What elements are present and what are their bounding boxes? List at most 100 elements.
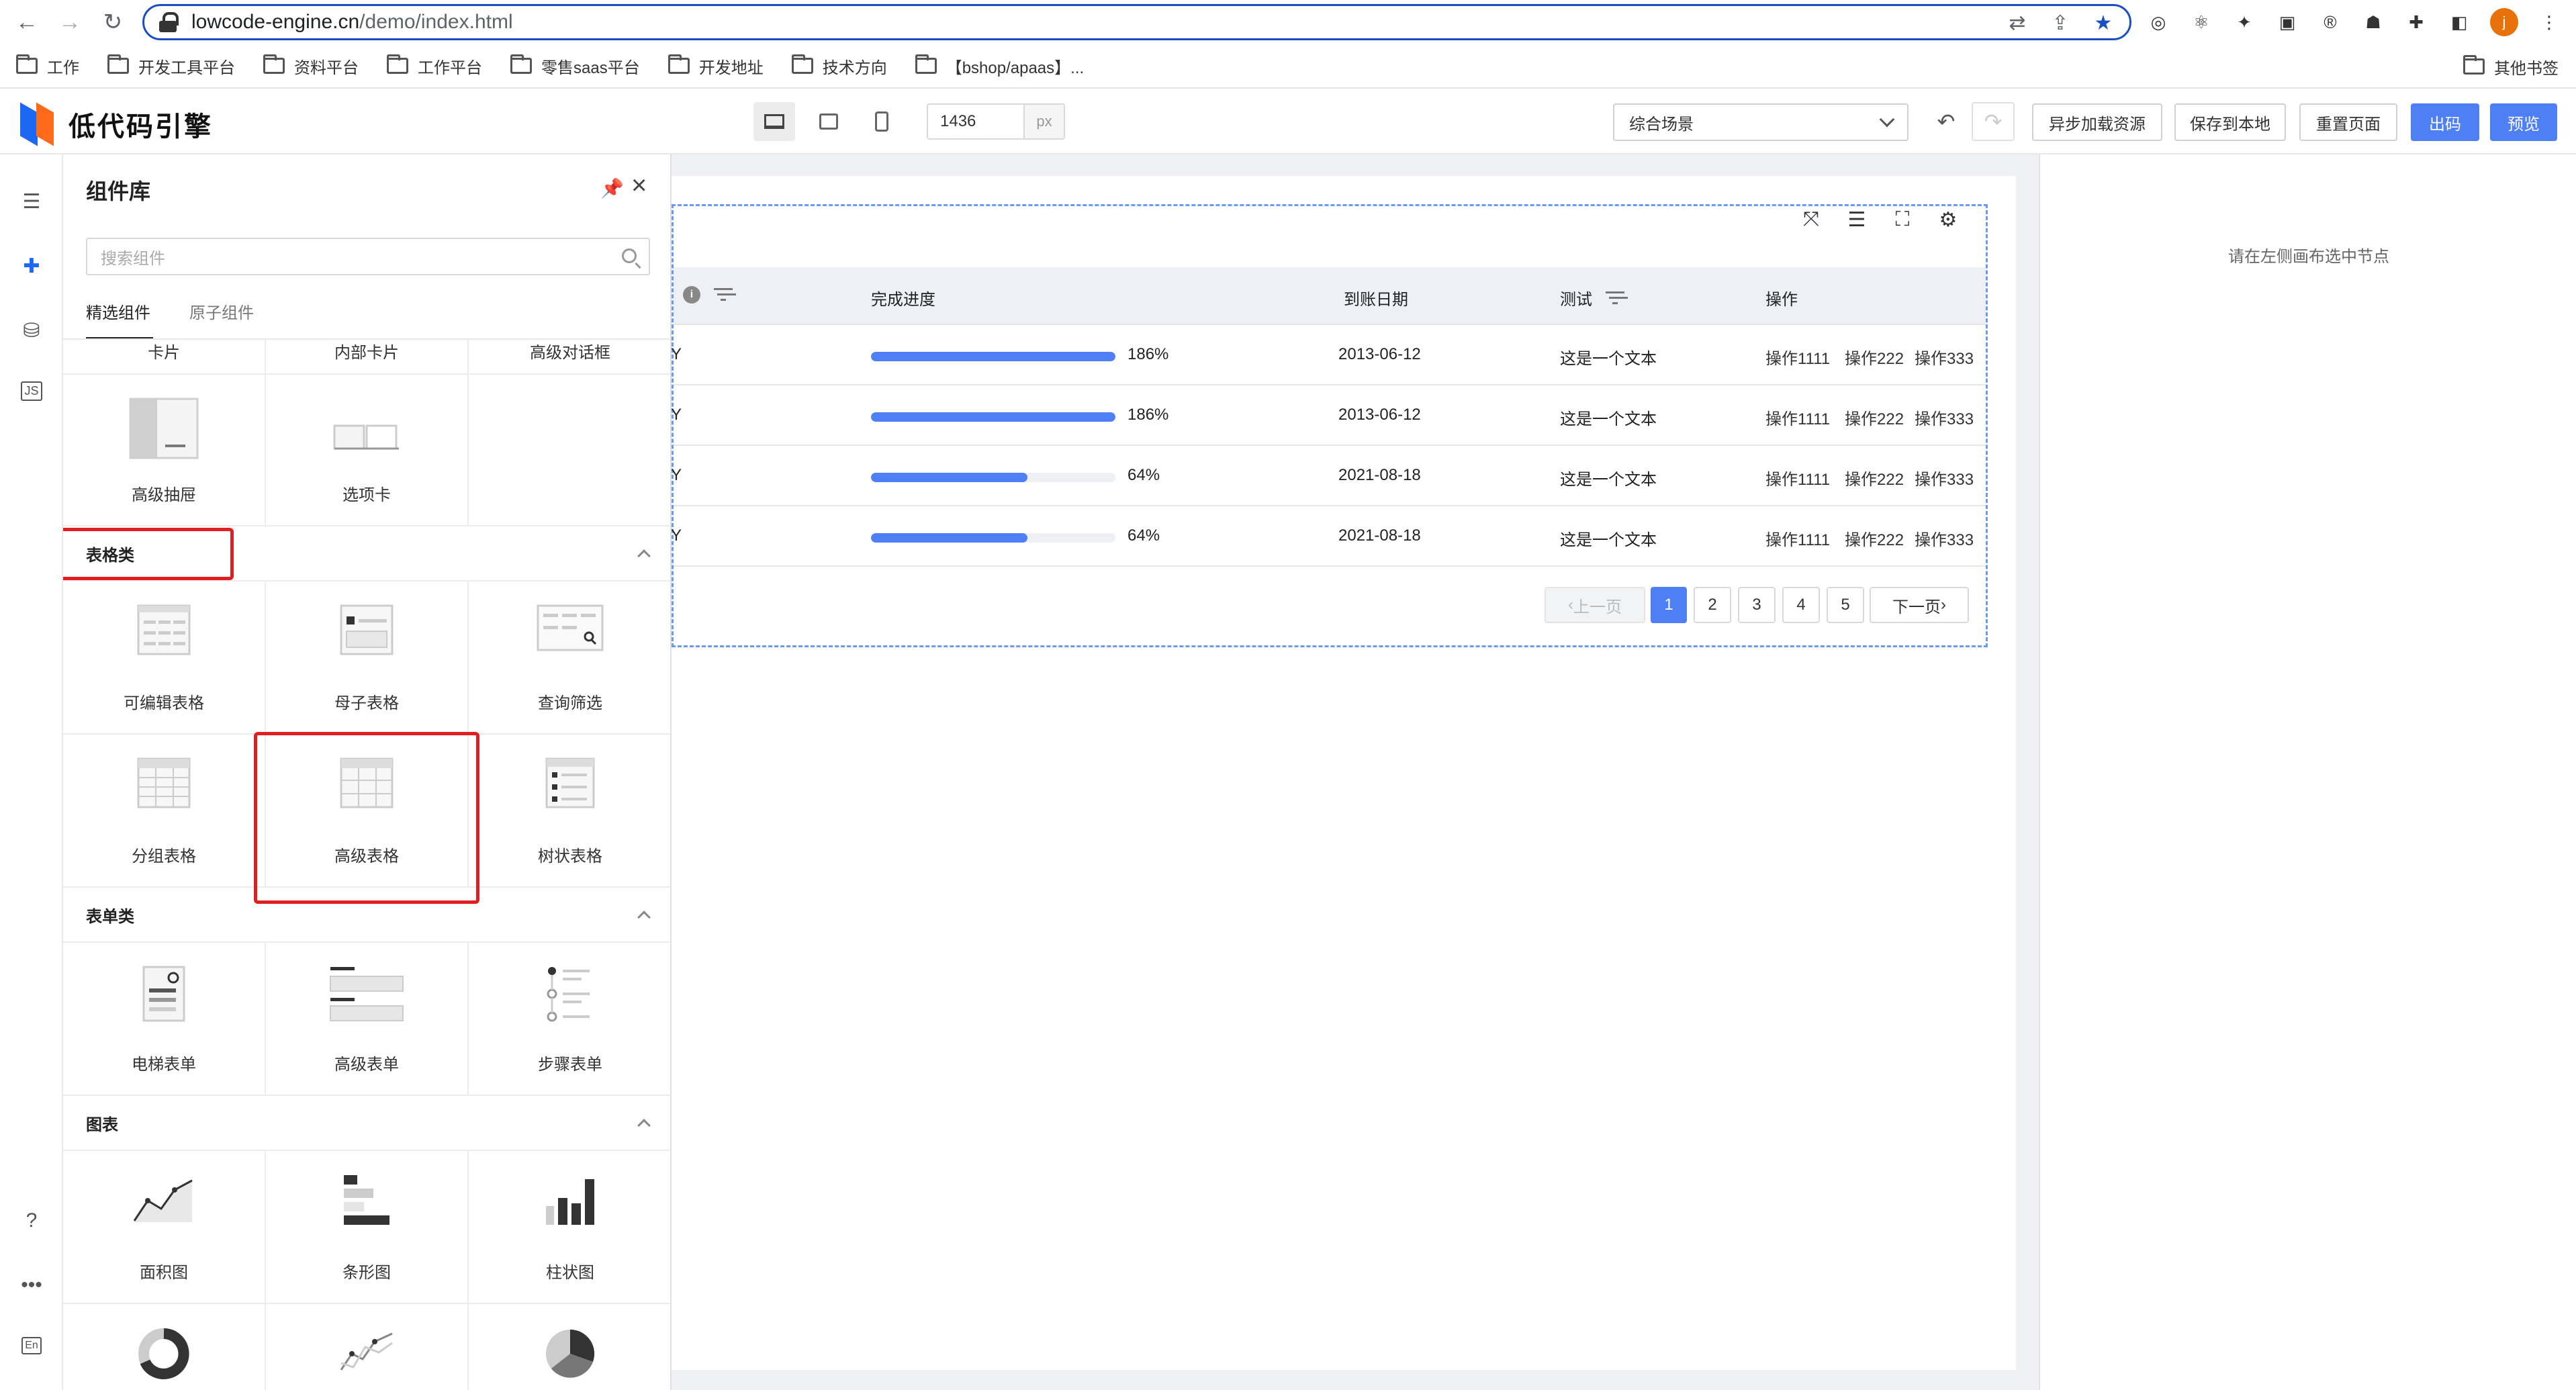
scene-select[interactable]: 综合场景 (1613, 103, 1908, 141)
extension-icon[interactable]: ✦ (2232, 10, 2256, 34)
redo-button[interactable]: ↷ (1972, 102, 2015, 141)
component-tabs[interactable]: 选项卡 (266, 375, 469, 525)
component-column-chart[interactable]: 柱状图 (469, 1151, 670, 1303)
component-advanced-table[interactable]: 高级表格 (266, 735, 469, 886)
action-link[interactable]: 操作1111 (1765, 526, 1830, 550)
component-query-filter[interactable]: 查询筛选 (469, 582, 670, 733)
tab-featured[interactable]: 精选组件 (86, 299, 150, 323)
component-pie-chart[interactable] (469, 1304, 670, 1390)
fullscreen-icon[interactable]: ⛶ (1891, 208, 1914, 232)
device-desktop-button[interactable] (753, 102, 795, 141)
bookmark-folder[interactable]: 零售saas平台 (510, 54, 640, 78)
action-link[interactable]: 操作222 (1845, 526, 1904, 550)
close-icon[interactable]: × (631, 171, 647, 201)
more-icon[interactable]: ••• (17, 1270, 46, 1300)
translate-icon[interactable]: ⇄ (2006, 11, 2029, 35)
pagination-page[interactable]: 1 (1651, 587, 1687, 623)
bookmark-folder[interactable]: 工作平台 (387, 54, 482, 78)
extension-icon[interactable]: ® (2318, 10, 2342, 34)
bookmark-folder[interactable]: 工作 (16, 54, 79, 78)
address-bar[interactable]: lowcode-engine.cn/demo/index.html ⇄ ⇪ ★ (142, 4, 2131, 40)
js-source-icon[interactable]: JS (17, 376, 46, 406)
table-row[interactable]: Y 186% 2013-06-12 这是一个文本 操作1111 操作222 操作333 (671, 385, 1986, 446)
component-tree-table[interactable]: 树状表格 (469, 735, 670, 886)
action-link[interactable]: 操作1111 (1765, 466, 1830, 490)
section-header-form[interactable]: 表单类 (63, 888, 670, 943)
async-load-button[interactable]: 异步加载资源 (2032, 103, 2162, 141)
table-row[interactable]: Y 186% 2013-06-12 这是一个文本 操作1111 操作222 操作333 (671, 325, 1986, 385)
bookmark-folder[interactable]: 开发地址 (668, 54, 764, 78)
setting-gear-icon[interactable]: ⚙ (1937, 208, 1960, 232)
component-advanced-form[interactable]: 高级表单 (266, 943, 469, 1095)
preview-button[interactable]: 预览 (2490, 103, 2557, 141)
action-link[interactable]: 操作333 (1915, 406, 1974, 429)
component-inner-card[interactable]: 内部卡片 (266, 340, 469, 373)
avatar[interactable]: j (2490, 8, 2518, 36)
component-search-input[interactable]: 搜索组件 (86, 238, 650, 275)
outline-tree-icon[interactable]: ☰ (17, 187, 46, 216)
component-card[interactable]: 卡片 (63, 340, 266, 373)
bookmark-folder[interactable]: 【bshop/apaas】... (915, 54, 1084, 78)
section-header-table[interactable]: 表格类 (63, 526, 670, 582)
extension-icon[interactable]: ☗ (2361, 10, 2385, 34)
bookmark-folder[interactable]: 开发工具平台 (107, 54, 235, 78)
component-step-form[interactable]: 步骤表单 (469, 943, 670, 1095)
forward-icon[interactable]: → (51, 3, 89, 41)
device-phone-button[interactable] (861, 102, 903, 141)
component-library-icon[interactable]: ✚ (17, 251, 46, 281)
canvas-width-input[interactable]: 1436 px (927, 103, 1065, 140)
pagination-page[interactable]: 2 (1694, 587, 1731, 623)
undo-button[interactable]: ↶ (1925, 102, 1968, 141)
pagination-next[interactable]: 下一页 › (1870, 587, 1969, 623)
action-link[interactable]: 操作222 (1845, 345, 1904, 369)
back-icon[interactable]: ← (8, 3, 46, 41)
bookmark-folder[interactable]: 资料平台 (263, 54, 359, 78)
component-advanced-drawer[interactable]: 高级抽屉 (63, 375, 266, 525)
component-editable-table[interactable]: 可编辑表格 (63, 582, 266, 733)
component-bar-chart[interactable]: 条形图 (266, 1151, 469, 1303)
puzzle-icon[interactable]: ✚ (2404, 10, 2428, 34)
extension-icon[interactable]: ◎ (2146, 10, 2170, 34)
more-vert-icon[interactable]: ⋮ (2537, 10, 2561, 34)
action-link[interactable]: 操作1111 (1765, 406, 1830, 429)
component-elevator-form[interactable]: 电梯表单 (63, 943, 266, 1095)
share-icon[interactable]: ⇪ (2049, 11, 2072, 35)
filter-icon[interactable] (714, 288, 733, 302)
pagination-prev[interactable]: ‹ 上一页 (1545, 587, 1645, 623)
component-line-chart[interactable] (266, 1304, 469, 1390)
action-link[interactable]: 操作333 (1915, 345, 1974, 369)
pagination-page[interactable]: 5 (1827, 587, 1864, 623)
react-devtools-icon[interactable]: ⚛ (2189, 10, 2213, 34)
bookmark-star-icon[interactable]: ★ (2092, 11, 2115, 35)
language-switch-icon[interactable]: En (17, 1331, 46, 1360)
info-icon[interactable]: i (683, 286, 700, 304)
save-local-button[interactable]: 保存到本地 (2174, 103, 2286, 141)
reload-icon[interactable]: ↻ (94, 3, 132, 41)
device-tablet-button[interactable] (808, 102, 849, 141)
table-row[interactable]: Y 64% 2021-08-18 这是一个文本 操作1111 操作222 操作333 (671, 506, 1986, 567)
extension-icon[interactable]: ▣ (2275, 10, 2299, 34)
component-area-chart[interactable]: 面积图 (63, 1151, 266, 1303)
action-link[interactable]: 操作1111 (1765, 345, 1830, 369)
pagination-page[interactable]: 4 (1782, 587, 1820, 623)
reset-page-button[interactable]: 重置页面 (2299, 103, 2397, 141)
section-header-chart[interactable]: 图表 (63, 1096, 670, 1151)
component-advanced-dialog[interactable]: 高级对话框 (469, 340, 670, 373)
tab-atomic[interactable]: 原子组件 (189, 299, 254, 323)
side-panel-icon[interactable]: ◧ (2447, 10, 2471, 34)
table-row[interactable]: Y 64% 2021-08-18 这是一个文本 操作1111 操作222 操作333 (671, 446, 1986, 506)
density-icon[interactable]: ⤧ (1800, 208, 1823, 232)
action-link[interactable]: 操作222 (1845, 406, 1904, 429)
bookmark-folder[interactable]: 技术方向 (791, 54, 887, 78)
help-icon[interactable]: ? (17, 1206, 46, 1236)
export-code-button[interactable]: 出码 (2411, 103, 2479, 141)
pagination-page[interactable]: 3 (1738, 587, 1776, 623)
component-donut-chart[interactable] (63, 1304, 266, 1390)
filter-icon[interactable] (1606, 291, 1624, 305)
action-link[interactable]: 操作333 (1915, 466, 1974, 490)
action-link[interactable]: 操作222 (1845, 466, 1904, 490)
component-group-table[interactable]: 分组表格 (63, 735, 266, 886)
datasource-icon[interactable]: ⛁ (17, 316, 46, 345)
column-setting-icon[interactable]: ☰ (1845, 208, 1868, 232)
pin-icon[interactable]: 📌 (600, 177, 624, 199)
